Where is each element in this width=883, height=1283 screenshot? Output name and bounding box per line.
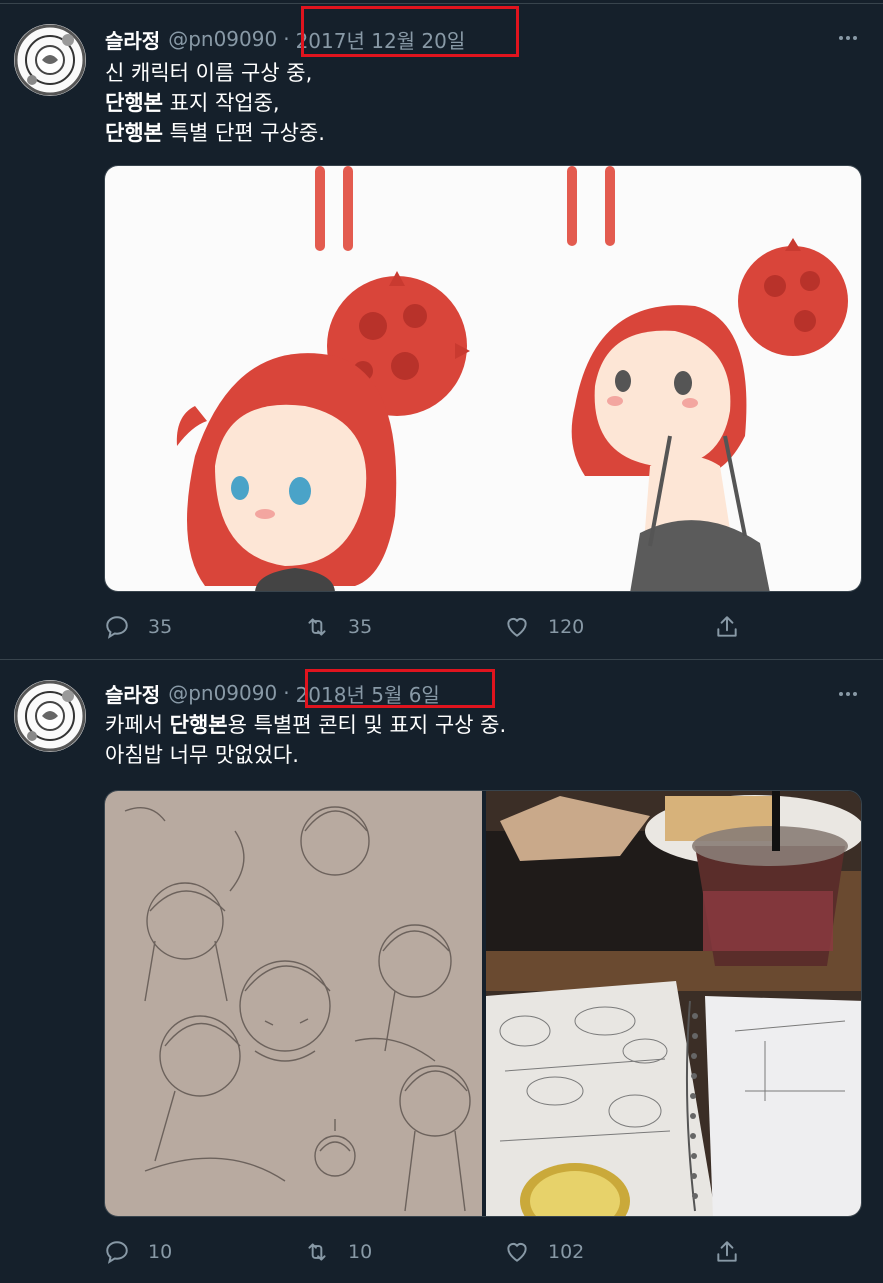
more-button[interactable] — [833, 26, 863, 50]
reply-button[interactable]: 10 — [104, 1237, 172, 1267]
tweet-text: 카페서 단행본용 특별편 콘티 및 표지 구상 중. 아침밥 너무 맛없었다. — [105, 710, 865, 770]
tweet-date[interactable]: 2018년 5월 6일 — [296, 679, 440, 708]
like-button[interactable]: 120 — [504, 612, 584, 642]
like-count: 102 — [548, 1241, 585, 1263]
user-handle[interactable]: @pn09090 — [168, 681, 277, 705]
more-dots-icon — [839, 692, 843, 696]
retweet-arrows-icon — [308, 618, 326, 636]
tweet-line: 카페서 단행본용 특별편 콘티 및 표지 구상 중. — [105, 710, 865, 740]
separator-dot: · — [283, 681, 290, 705]
tweet-line: 단행본 표지 작업중, — [105, 88, 865, 118]
tweet-actions: 35 35 120 — [104, 612, 744, 642]
more-dots-icon — [839, 36, 843, 40]
like-count: 120 — [548, 616, 585, 638]
tweet-text-bold: 단행본 — [105, 121, 163, 145]
like-button[interactable]: 102 — [504, 1237, 584, 1267]
avatar-seal-icon — [14, 680, 86, 752]
heart-icon — [507, 1242, 527, 1262]
tweet-line: 신 캐릭터 이름 구상 중, — [105, 58, 865, 88]
tweet-text-bold: 단행본 — [169, 713, 228, 737]
share-button[interactable] — [714, 1237, 758, 1267]
display-name[interactable]: 슬라정 — [105, 679, 160, 708]
tweet-divider — [0, 659, 883, 660]
illustration-image — [105, 166, 861, 591]
tweet-text-span: 표지 작업중, — [162, 91, 280, 115]
tweet-text-span: 용 특별편 콘티 및 표지 구상 중. — [227, 713, 507, 737]
tweet-date[interactable]: 2017년 12월 20일 — [296, 25, 466, 54]
speech-bubble-icon — [106, 616, 128, 639]
retweet-button[interactable]: 35 — [304, 612, 372, 642]
sketch-and-cafe-photo — [105, 791, 861, 1216]
tweet-line: 단행본 특별 단편 구상중. — [105, 118, 865, 148]
tweet-text-bold: 단행본 — [105, 91, 163, 115]
tweet-divider — [0, 3, 883, 4]
more-button[interactable] — [833, 682, 863, 706]
avatar[interactable] — [14, 24, 86, 96]
retweet-button[interactable]: 10 — [304, 1237, 372, 1267]
tweet-actions: 10 10 102 — [104, 1237, 744, 1267]
tweet-text-span: 카페서 — [105, 713, 170, 737]
speech-bubble-icon — [106, 1241, 128, 1264]
retweet-arrows-icon — [308, 1243, 326, 1261]
avatar[interactable] — [14, 680, 86, 752]
share-upload-icon — [717, 1241, 737, 1262]
retweet-count: 35 — [348, 616, 373, 638]
share-button[interactable] — [714, 612, 758, 642]
reply-count: 35 — [148, 616, 173, 638]
retweet-count: 10 — [348, 1241, 373, 1263]
reply-count: 10 — [148, 1241, 173, 1263]
tweet-text-span: 아침밥 너무 맛없었다. — [105, 743, 299, 767]
display-name[interactable]: 슬라정 — [105, 25, 160, 54]
separator-dot: · — [283, 27, 290, 51]
tweet-header: 슬라정 @pn09090 · 2017년 12월 20일 — [105, 24, 465, 54]
share-upload-icon — [717, 616, 737, 637]
tweet-1[interactable]: 슬라정 @pn09090 · 2017년 12월 20일 신 캐릭터 이름 구상… — [0, 0, 883, 658]
tweet-2[interactable]: 슬라정 @pn09090 · 2018년 5월 6일 카페서 단행본용 특별편 … — [0, 658, 883, 1283]
tweet-media-image[interactable] — [104, 790, 862, 1217]
tweet-text-span: 특별 단편 구상중. — [162, 121, 325, 145]
avatar-seal-icon — [14, 24, 86, 96]
tweet-text-span: 신 캐릭터 이름 구상 중, — [105, 61, 313, 85]
tweet-line: 아침밥 너무 맛없었다. — [105, 740, 865, 770]
heart-icon — [507, 617, 527, 637]
tweet-media-image[interactable] — [104, 165, 862, 592]
tweet-header: 슬라정 @pn09090 · 2018년 5월 6일 — [105, 678, 440, 708]
user-handle[interactable]: @pn09090 — [168, 27, 277, 51]
reply-button[interactable]: 35 — [104, 612, 172, 642]
tweet-text: 신 캐릭터 이름 구상 중, 단행본 표지 작업중, 단행본 특별 단편 구상중… — [105, 58, 865, 148]
